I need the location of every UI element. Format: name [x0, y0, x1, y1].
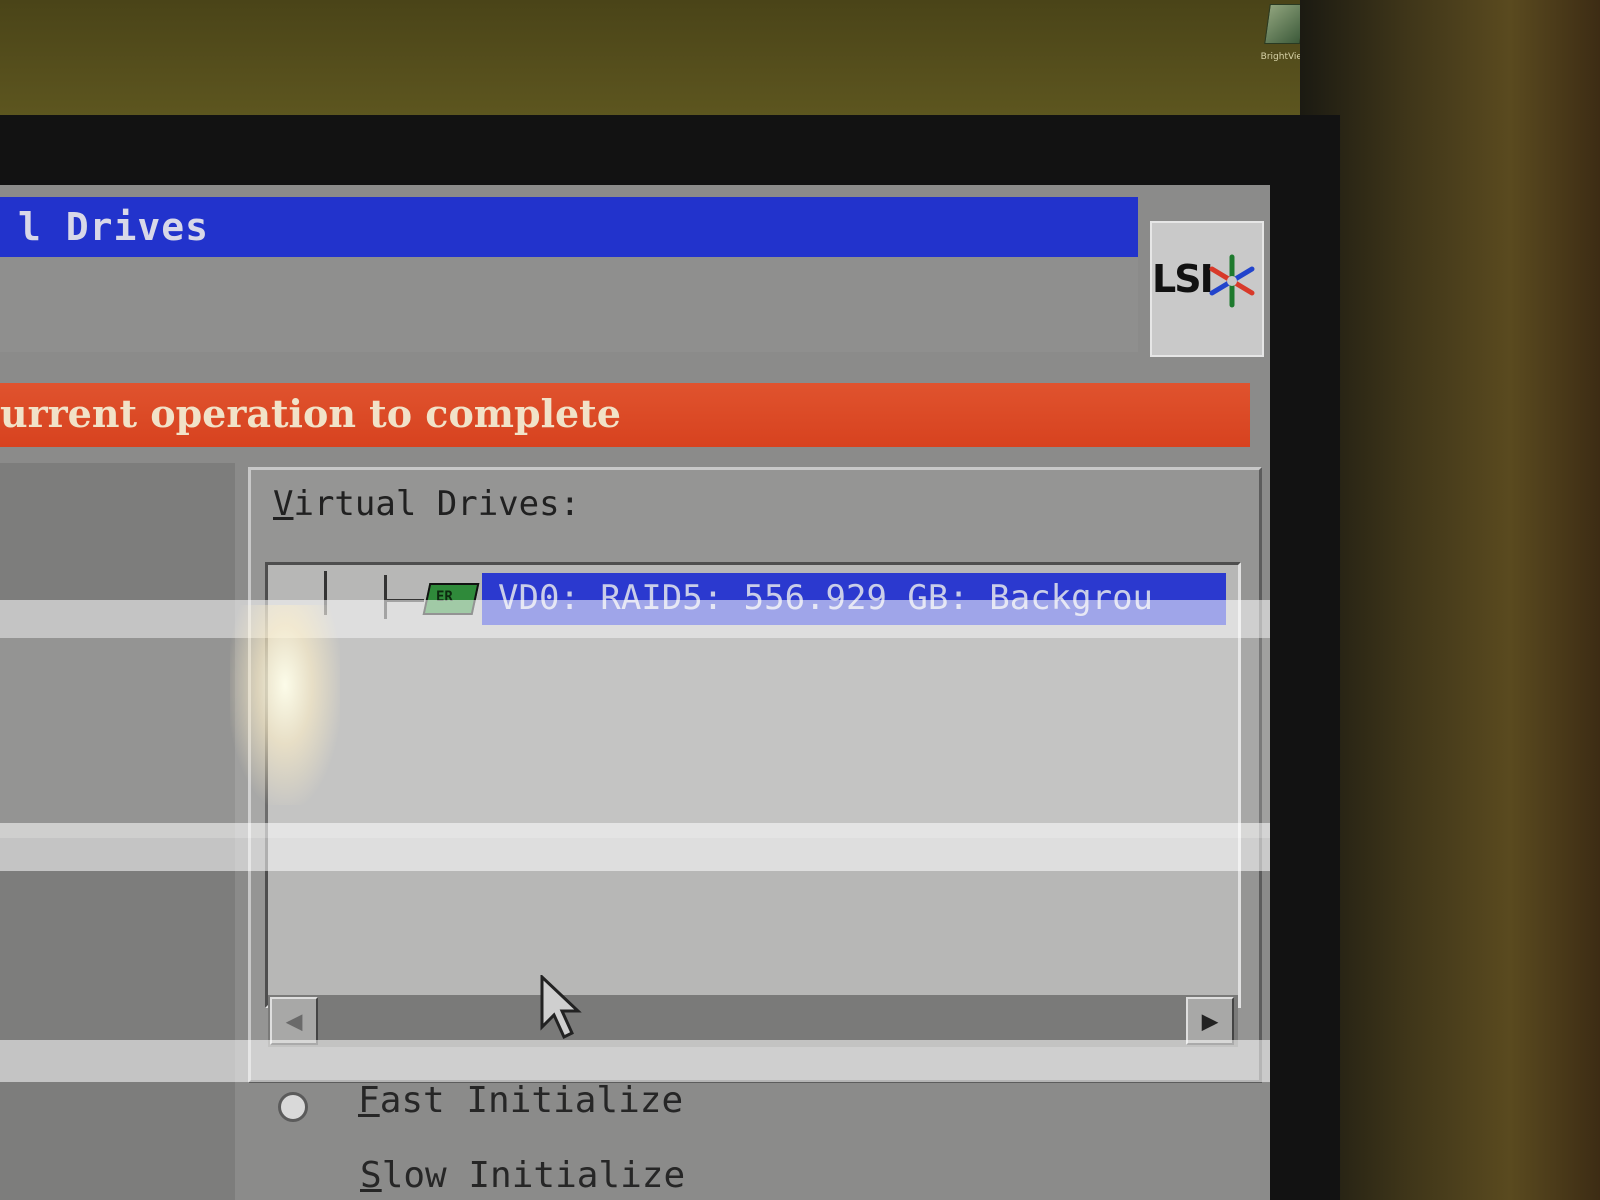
virtual-drives-label-text: irtual Drives:	[293, 484, 581, 524]
header-band	[0, 257, 1138, 352]
raid-config-screen: l Drives LSI urrent operation to complet…	[0, 185, 1270, 1200]
lsi-starburst-icon	[1209, 254, 1255, 308]
title-bar: l Drives	[0, 197, 1138, 257]
scroll-right-button[interactable]: ▶	[1186, 997, 1234, 1045]
mouse-pointer-icon	[540, 975, 582, 1040]
virtual-drives-label-accesskey: V	[273, 484, 294, 524]
crt-refresh-band	[0, 1040, 1270, 1082]
status-banner: urrent operation to complete	[0, 383, 1250, 447]
screen-glare-band	[0, 638, 1270, 838]
crt-refresh-band	[0, 823, 1270, 871]
lsi-logo: LSI	[1150, 221, 1264, 357]
crt-refresh-band	[0, 600, 1270, 638]
arrow-left-icon: ◀	[285, 1004, 303, 1037]
scroll-left-button[interactable]: ◀	[270, 997, 318, 1045]
fast-initialize-label[interactable]: Fast Initialize	[358, 1080, 683, 1121]
logo-text: LSI	[1152, 257, 1214, 301]
fast-initialize-radio[interactable]	[278, 1092, 308, 1122]
page-title: l Drives	[18, 205, 210, 249]
slow-initialize-label[interactable]: Slow Initialize	[360, 1155, 685, 1196]
light-reflection	[230, 605, 340, 805]
virtual-drives-label: Virtual Drives:	[273, 484, 580, 524]
arrow-right-icon: ▶	[1201, 1004, 1219, 1037]
status-banner-text: urrent operation to complete	[0, 391, 621, 436]
monitor-side-background	[1300, 0, 1600, 1200]
